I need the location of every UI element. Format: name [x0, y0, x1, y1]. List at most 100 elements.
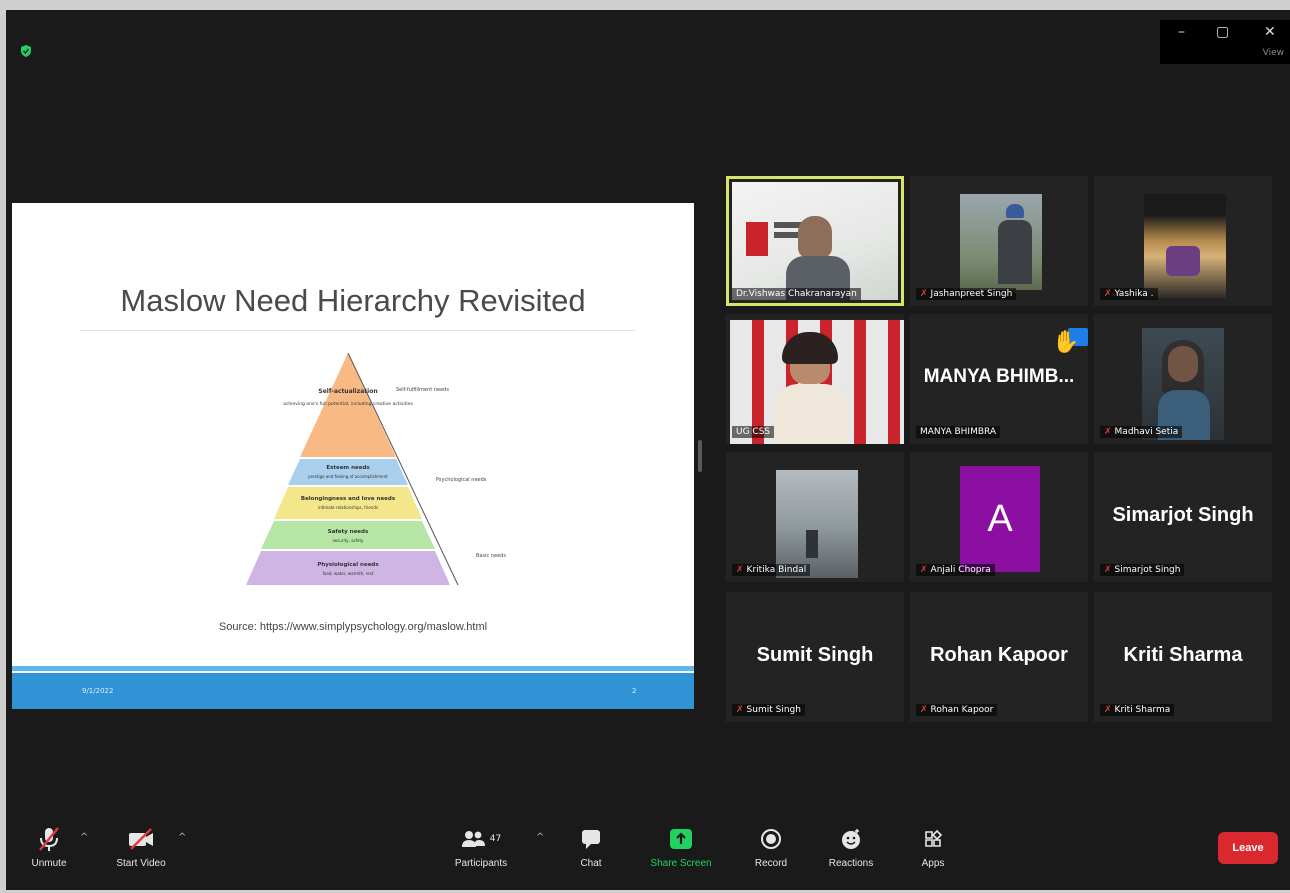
audio-options-chevron-icon[interactable]: ^: [80, 832, 88, 843]
microphone-muted-icon: [39, 827, 59, 851]
start-video-button[interactable]: Start Video: [106, 820, 176, 869]
participant-display-name: Rohan Kapoor: [930, 644, 1068, 666]
participant-video: [1142, 328, 1224, 440]
participant-tile[interactable]: Rohan Kapoor ✗ Rohan Kapoor: [910, 592, 1088, 722]
view-button[interactable]: View: [1263, 48, 1284, 58]
participant-name: Kriti Sharma: [1114, 705, 1171, 715]
unmute-button[interactable]: Unmute: [14, 820, 84, 869]
chat-label: Chat: [580, 858, 602, 869]
participant-name-label: ✗ Sumit Singh: [732, 704, 805, 716]
record-label: Record: [754, 858, 788, 869]
participant-name: Jashanpreet Singh: [930, 289, 1013, 299]
pyramid-level-label: Physiological needs: [317, 562, 379, 568]
mic-muted-icon: ✗: [920, 289, 928, 299]
participant-video: [732, 182, 898, 300]
reactions-button[interactable]: Reactions: [816, 820, 886, 869]
participant-name-label: Dr.Vishwas Chakranarayan: [732, 288, 861, 300]
participant-display-name: Sumit Singh: [756, 644, 874, 666]
record-button[interactable]: Record: [736, 820, 806, 869]
slide-page-number: 2: [632, 687, 637, 695]
close-button[interactable]: ✕: [1264, 24, 1276, 40]
participant-name: Simarjot Singh: [1114, 565, 1181, 575]
pyramid-level-sub: prestige and feeling of accomplishment: [308, 474, 388, 479]
mic-muted-icon: ✗: [920, 565, 928, 575]
participant-tile[interactable]: Kriti Sharma ✗ Kriti Sharma: [1094, 592, 1272, 722]
participant-tile[interactable]: Simarjot Singh ✗ Simarjot Singh: [1094, 452, 1272, 582]
participant-name-label: ✗ Rohan Kapoor: [916, 704, 998, 716]
pyramid-side-label: Self-fulfillment needs: [396, 387, 449, 393]
participant-name-label: ✗ Kritika Bindal: [732, 564, 811, 576]
security-shield-icon[interactable]: [20, 45, 32, 57]
participant-name: Rohan Kapoor: [930, 705, 994, 715]
apps-button[interactable]: Apps: [898, 820, 968, 869]
participant-tile[interactable]: Sumit Singh ✗ Sumit Singh: [726, 592, 904, 722]
participant-video: [1144, 194, 1226, 298]
participant-tile[interactable]: A ✗ Anjali Chopra: [910, 452, 1088, 582]
participant-name: Dr.Vishwas Chakranarayan: [736, 289, 857, 299]
zoom-meeting-window: – ▢ ✕ View Maslow Need Hierarchy Revisit…: [6, 10, 1290, 890]
participant-video: [960, 194, 1042, 290]
participant-name-label: UG CSS: [732, 426, 775, 438]
participants-icon: [461, 831, 485, 847]
minimize-button[interactable]: –: [1178, 24, 1185, 40]
chat-bubble-icon: [582, 830, 600, 849]
maximize-button[interactable]: ▢: [1216, 24, 1229, 40]
participants-button[interactable]: 47 Participants: [446, 820, 516, 869]
participant-display-name: Simarjot Singh: [1112, 504, 1254, 526]
participant-name-label: ✗ Yashika .: [1100, 288, 1158, 300]
participant-tile[interactable]: ✗ Jashanpreet Singh: [910, 176, 1088, 306]
participant-video: [776, 470, 858, 578]
participant-name-label: ✗ Madhavi Setia: [1100, 426, 1183, 438]
participant-name-label: MANYA BHIMBRA: [916, 426, 1001, 438]
participants-label: Participants: [454, 858, 508, 869]
pyramid-side-label: Psychological needs: [436, 477, 487, 483]
participant-tile[interactable]: ✗ Yashika .: [1094, 176, 1272, 306]
slide-footer-bar: 9/1/2022 2: [12, 673, 694, 709]
pyramid-level-sub: security, safety: [333, 538, 364, 543]
title-bar: [6, 10, 1290, 57]
participant-tile[interactable]: ✗ Kritika Bindal: [726, 452, 904, 582]
participant-tile[interactable]: UG CSS: [726, 314, 904, 444]
pyramid-level-sub: achieving one's full potential, includin…: [283, 401, 413, 407]
participant-name-label: ✗ Jashanpreet Singh: [916, 288, 1017, 300]
mic-muted-icon: ✗: [1104, 565, 1112, 575]
meeting-toolbar: Unmute ^ Start Video ^ 47 Participants ^: [6, 820, 1290, 890]
apps-label: Apps: [921, 858, 945, 869]
split-view-divider[interactable]: [698, 440, 702, 472]
window-controls: – ▢ ✕ View: [1160, 20, 1290, 64]
participant-tile[interactable]: ✗ Madhavi Setia: [1094, 314, 1272, 444]
participant-name: Yashika .: [1114, 289, 1154, 299]
mic-muted-icon: ✗: [920, 705, 928, 715]
share-screen-label: Share Screen: [650, 858, 712, 869]
pyramid-level-label: Belongingness and love needs: [301, 496, 396, 502]
participant-tile[interactable]: Dr.Vishwas Chakranarayan: [726, 176, 904, 306]
leave-button[interactable]: Leave: [1218, 832, 1278, 864]
pyramid-level-label: Safety needs: [328, 529, 369, 535]
participant-name-label: ✗ Simarjot Singh: [1100, 564, 1185, 576]
participant-name: Kritika Bindal: [746, 565, 807, 575]
participant-display-name: MANYA BHIMB...: [923, 366, 1075, 387]
participant-name: Anjali Chopra: [930, 565, 991, 575]
participant-name: Sumit Singh: [746, 705, 801, 715]
reactions-smiley-icon: [842, 829, 860, 849]
chat-button[interactable]: Chat: [556, 820, 626, 869]
participant-display-name: Kriti Sharma: [1123, 644, 1243, 666]
video-options-chevron-icon[interactable]: ^: [178, 832, 186, 843]
video-camera-off-icon: [129, 828, 153, 850]
mic-muted-icon: ✗: [1104, 427, 1112, 437]
unmute-label: Unmute: [31, 858, 67, 869]
mic-muted-icon: ✗: [736, 565, 744, 575]
mic-muted-icon: ✗: [1104, 705, 1112, 715]
share-screen-button[interactable]: Share Screen: [646, 820, 716, 869]
share-screen-icon: [670, 829, 692, 849]
participant-tile[interactable]: MANYA BHIMB... ✋ MANYA BHIMBRA: [910, 314, 1088, 444]
slide-title-rule: [80, 330, 636, 331]
participant-name-label: ✗ Anjali Chopra: [916, 564, 995, 576]
participants-options-chevron-icon[interactable]: ^: [536, 832, 544, 843]
slide-title: Maslow Need Hierarchy Revisited: [120, 283, 586, 318]
mic-muted-icon: ✗: [1104, 289, 1112, 299]
participant-name: MANYA BHIMBRA: [920, 427, 997, 437]
maslow-pyramid: Self-actualization achieving one's full …: [246, 352, 506, 586]
pyramid-level-sub: intimate relationships, friends: [318, 505, 378, 510]
reactions-label: Reactions: [828, 858, 874, 869]
